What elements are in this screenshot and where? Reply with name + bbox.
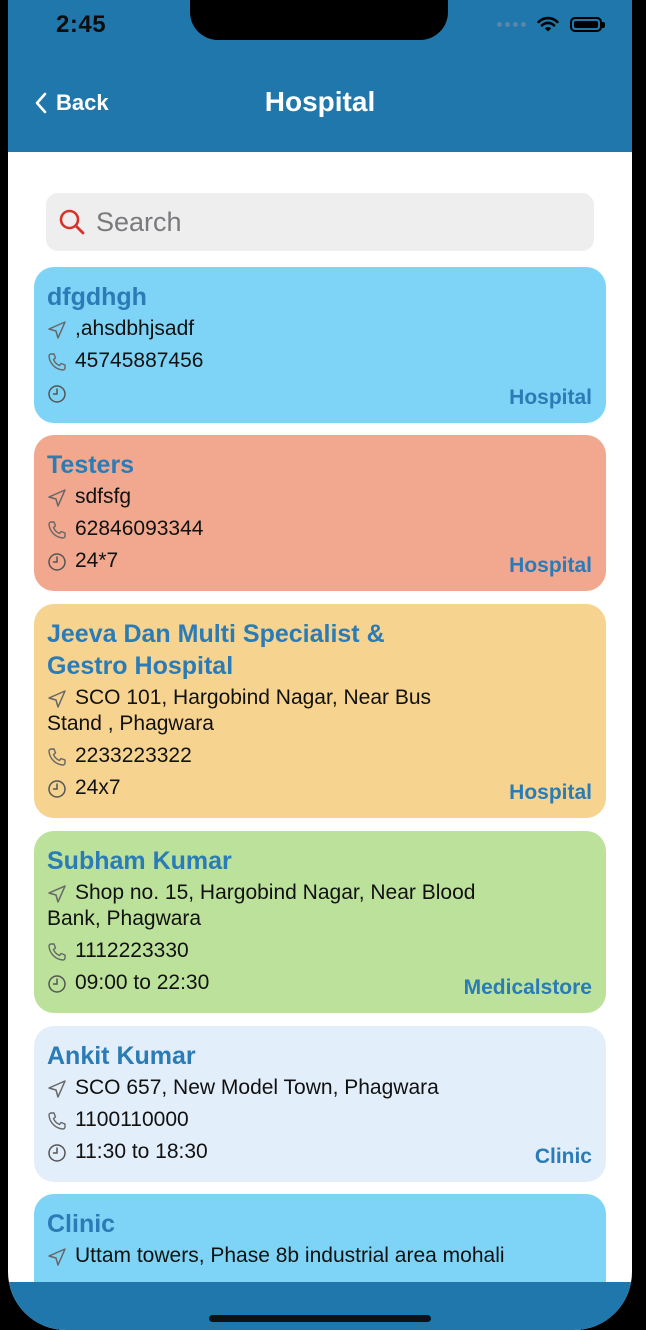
card-address: sdfsfg [75,485,132,508]
home-indicator[interactable] [209,1315,431,1322]
card-address: SCO 101, Hargobind Nagar, Near Bus Stand… [47,686,432,735]
card-phone-row: 2233223322 [47,743,593,769]
phone-icon [48,943,66,961]
clock-icon [48,780,66,798]
location-arrow-icon [48,489,66,507]
status-time: 2:45 [56,11,107,38]
navigation-bar: Back Hospital [8,62,632,152]
card-category-label: Clinic [534,1145,592,1168]
card-phone: 2233223322 [75,744,192,767]
phone-icon [48,748,66,766]
card-phone: 62846093344 [75,517,204,540]
battery-icon [570,16,605,32]
wifi-icon [537,16,559,32]
location-arrow-icon [48,1248,66,1266]
clock-icon [48,1144,66,1162]
card-category-label: Medicalstore [463,976,592,999]
hospital-card[interactable]: Jeeva Dan Multi Specialist & Gestro Hosp… [34,604,606,818]
phone-screen: 2:45 Back Hospital dfgdhgh [8,0,632,1330]
card-phone-row: 1100110000 [47,1107,593,1133]
status-bar: 2:45 [8,0,632,62]
card-address-row: SCO 101, Hargobind Nagar, Near Bus Stand… [47,685,593,737]
card-phone-row: 62846093344 [47,516,593,542]
hospital-card[interactable]: Ankit Kumar SCO 657, New Model Town, Pha… [34,1026,606,1182]
card-name: dfgdhgh [47,283,147,311]
card-category-label: Hospital [509,386,592,409]
phone-icon [48,1112,66,1130]
card-name: Subham Kumar [47,847,232,875]
card-phone: 1100110000 [75,1108,189,1131]
card-address: Shop no. 15, Hargobind Nagar, Near Blood… [47,881,476,930]
phone-icon [48,353,66,371]
clock-icon [48,553,66,571]
location-arrow-icon [48,321,66,339]
card-category-label: Hospital [509,554,592,577]
card-hours: 11:30 to 18:30 [75,1140,208,1163]
clock-icon [48,385,66,403]
card-address-row: Shop no. 15, Hargobind Nagar, Near Blood… [47,880,593,932]
card-address: SCO 657, New Model Town, Phagwara [75,1076,439,1099]
card-name: Clinic [47,1210,116,1238]
hospital-card[interactable]: Subham Kumar Shop no. 15, Hargobind Naga… [34,831,606,1013]
card-phone-row: 45745887456 [47,348,593,374]
card-phone: 1112223330 [75,939,189,962]
page-title: Hospital [264,86,376,117]
hospital-card[interactable]: Testers sdfsfg 62846093344 24*7 Hospital [34,435,606,591]
card-address: ,ahsdbhjsadf [75,317,195,340]
card-name: Testers [47,451,135,479]
search-bar[interactable] [46,193,594,251]
card-phone: 45745887456 [75,349,204,372]
bottom-bar [8,1282,632,1330]
location-arrow-icon [48,1080,66,1098]
card-category-label: Hospital [509,781,592,804]
card-address-row: sdfsfg [47,484,593,510]
phone-icon [48,521,66,539]
clock-icon [48,975,66,993]
status-icons [497,15,605,33]
card-address-row: SCO 657, New Model Town, Phagwara [47,1075,593,1101]
card-phone-row: 1112223330 [47,938,593,964]
hospital-card[interactable]: dfgdhgh ,ahsdbhjsadf 45745887456 Hospita… [34,267,606,423]
card-address: Uttam towers, Phase 8b industrial area m… [75,1244,505,1267]
device-notch [190,0,448,40]
card-address-row: Uttam towers, Phase 8b industrial area m… [47,1243,593,1269]
card-hours: 24*7 [75,549,119,572]
card-hours: 24x7 [75,776,121,799]
card-name: Ankit Kumar [47,1042,196,1070]
card-hours-row: 11:30 to 18:30 [47,1139,593,1165]
signal-icon [497,21,526,27]
search-icon [59,209,85,235]
search-input[interactable] [94,205,578,239]
card-name: Jeeva Dan Multi Specialist & Gestro Hosp… [47,620,385,680]
card-address-row: ,ahsdbhjsadf [47,316,593,342]
